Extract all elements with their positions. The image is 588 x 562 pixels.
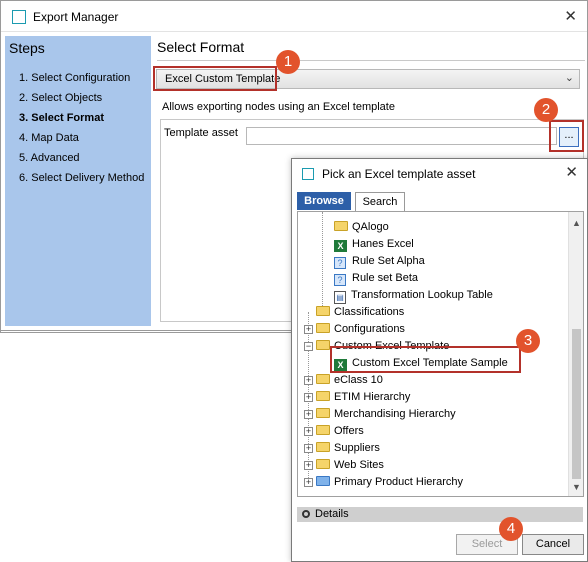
expand-icon[interactable]: + [304, 478, 313, 487]
tree-item[interactable]: Web Sites [316, 457, 384, 474]
folder-icon [316, 408, 330, 418]
dialog-title: Pick an Excel template asset [322, 167, 476, 181]
document-icon: ▤ [334, 291, 346, 304]
step-item[interactable]: 1. Select Configuration [19, 70, 144, 90]
window-title: Export Manager [33, 10, 119, 24]
highlight-box-browse [549, 120, 584, 152]
close-icon[interactable]: ✕ [564, 7, 577, 25]
collapse-icon[interactable]: − [304, 342, 313, 351]
tree-item[interactable]: Configurations [316, 321, 405, 338]
details-toggle[interactable]: Details [297, 507, 583, 522]
folder-icon [316, 340, 330, 350]
step-item[interactable]: 4. Map Data [19, 130, 144, 150]
tab-search[interactable]: Search [355, 192, 405, 211]
folder-icon [316, 425, 330, 435]
step-item-active[interactable]: 3. Select Format [19, 110, 144, 130]
scrollbar-thumb[interactable] [572, 329, 581, 479]
expand-icon[interactable]: + [304, 325, 313, 334]
template-asset-input[interactable] [246, 127, 557, 145]
tree-item[interactable]: Suppliers [316, 440, 380, 457]
page-title: Select Format [157, 39, 245, 55]
steps-panel: Steps 1. Select Configuration 2. Select … [5, 36, 151, 326]
tree-item[interactable]: Primary Product Hierarchy [316, 474, 463, 491]
tree-item[interactable]: QAlogo [334, 219, 389, 236]
folder-icon [316, 374, 330, 384]
app-icon [12, 10, 26, 24]
step-marker-3: 3 [516, 329, 540, 353]
folder-icon [316, 306, 330, 316]
step-item[interactable]: 2. Select Objects [19, 90, 144, 110]
step-item[interactable]: 6. Select Delivery Method [19, 170, 144, 190]
scroll-down-icon[interactable]: ▼ [572, 482, 581, 492]
blue-folder-icon [316, 476, 330, 486]
details-expand-icon [302, 510, 310, 518]
vertical-scrollbar[interactable]: ▲ ▼ [568, 212, 583, 496]
rule-icon: ? [334, 257, 346, 269]
template-asset-label: Template asset [164, 127, 238, 139]
expand-icon[interactable]: + [304, 444, 313, 453]
step-item[interactable]: 5. Advanced [19, 150, 144, 170]
steps-title: Steps [9, 40, 45, 56]
tree-item[interactable]: ? Rule Set Alpha [334, 253, 425, 270]
step-marker-1: 1 [276, 50, 300, 74]
expand-icon[interactable]: + [304, 393, 313, 402]
folder-icon [316, 442, 330, 452]
tree-item[interactable]: Classifications [316, 304, 404, 321]
step-marker-4: 4 [499, 517, 523, 541]
cancel-button[interactable]: Cancel [522, 534, 584, 555]
expand-icon[interactable]: + [304, 461, 313, 470]
tree-item[interactable]: ▤ Transformation Lookup Table [334, 287, 493, 304]
excel-icon: X [334, 240, 347, 252]
scroll-up-icon[interactable]: ▲ [572, 218, 581, 228]
expand-icon[interactable]: + [304, 376, 313, 385]
tree-item[interactable]: Offers [316, 423, 364, 440]
tree-item[interactable]: X Hanes Excel [334, 236, 414, 253]
divider [157, 60, 585, 61]
expand-icon[interactable]: + [304, 427, 313, 436]
tree-item[interactable]: ETIM Hierarchy [316, 389, 410, 406]
folder-icon [316, 323, 330, 333]
highlight-box-template-sample [330, 346, 521, 373]
tree-item[interactable]: eClass 10 [316, 372, 383, 389]
folder-icon [316, 391, 330, 401]
title-bar: Export Manager ✕ [1, 1, 587, 32]
tree-item[interactable]: ? Rule set Beta [334, 270, 418, 287]
step-marker-2: 2 [534, 98, 558, 122]
format-description: Allows exporting nodes using an Excel te… [162, 101, 395, 113]
tree-guide-line [322, 212, 323, 312]
expand-icon[interactable]: + [304, 410, 313, 419]
tab-browse[interactable]: Browse [297, 192, 351, 210]
rule-icon: ? [334, 274, 346, 286]
tree-item[interactable]: Merchandising Hierarchy [316, 406, 456, 423]
folder-icon [316, 459, 330, 469]
chevron-down-icon: ⌄ [564, 72, 574, 84]
dialog-icon [302, 168, 314, 180]
close-icon[interactable]: ✕ [565, 163, 578, 181]
highlight-box-format [153, 66, 277, 91]
folder-icon [334, 221, 348, 231]
